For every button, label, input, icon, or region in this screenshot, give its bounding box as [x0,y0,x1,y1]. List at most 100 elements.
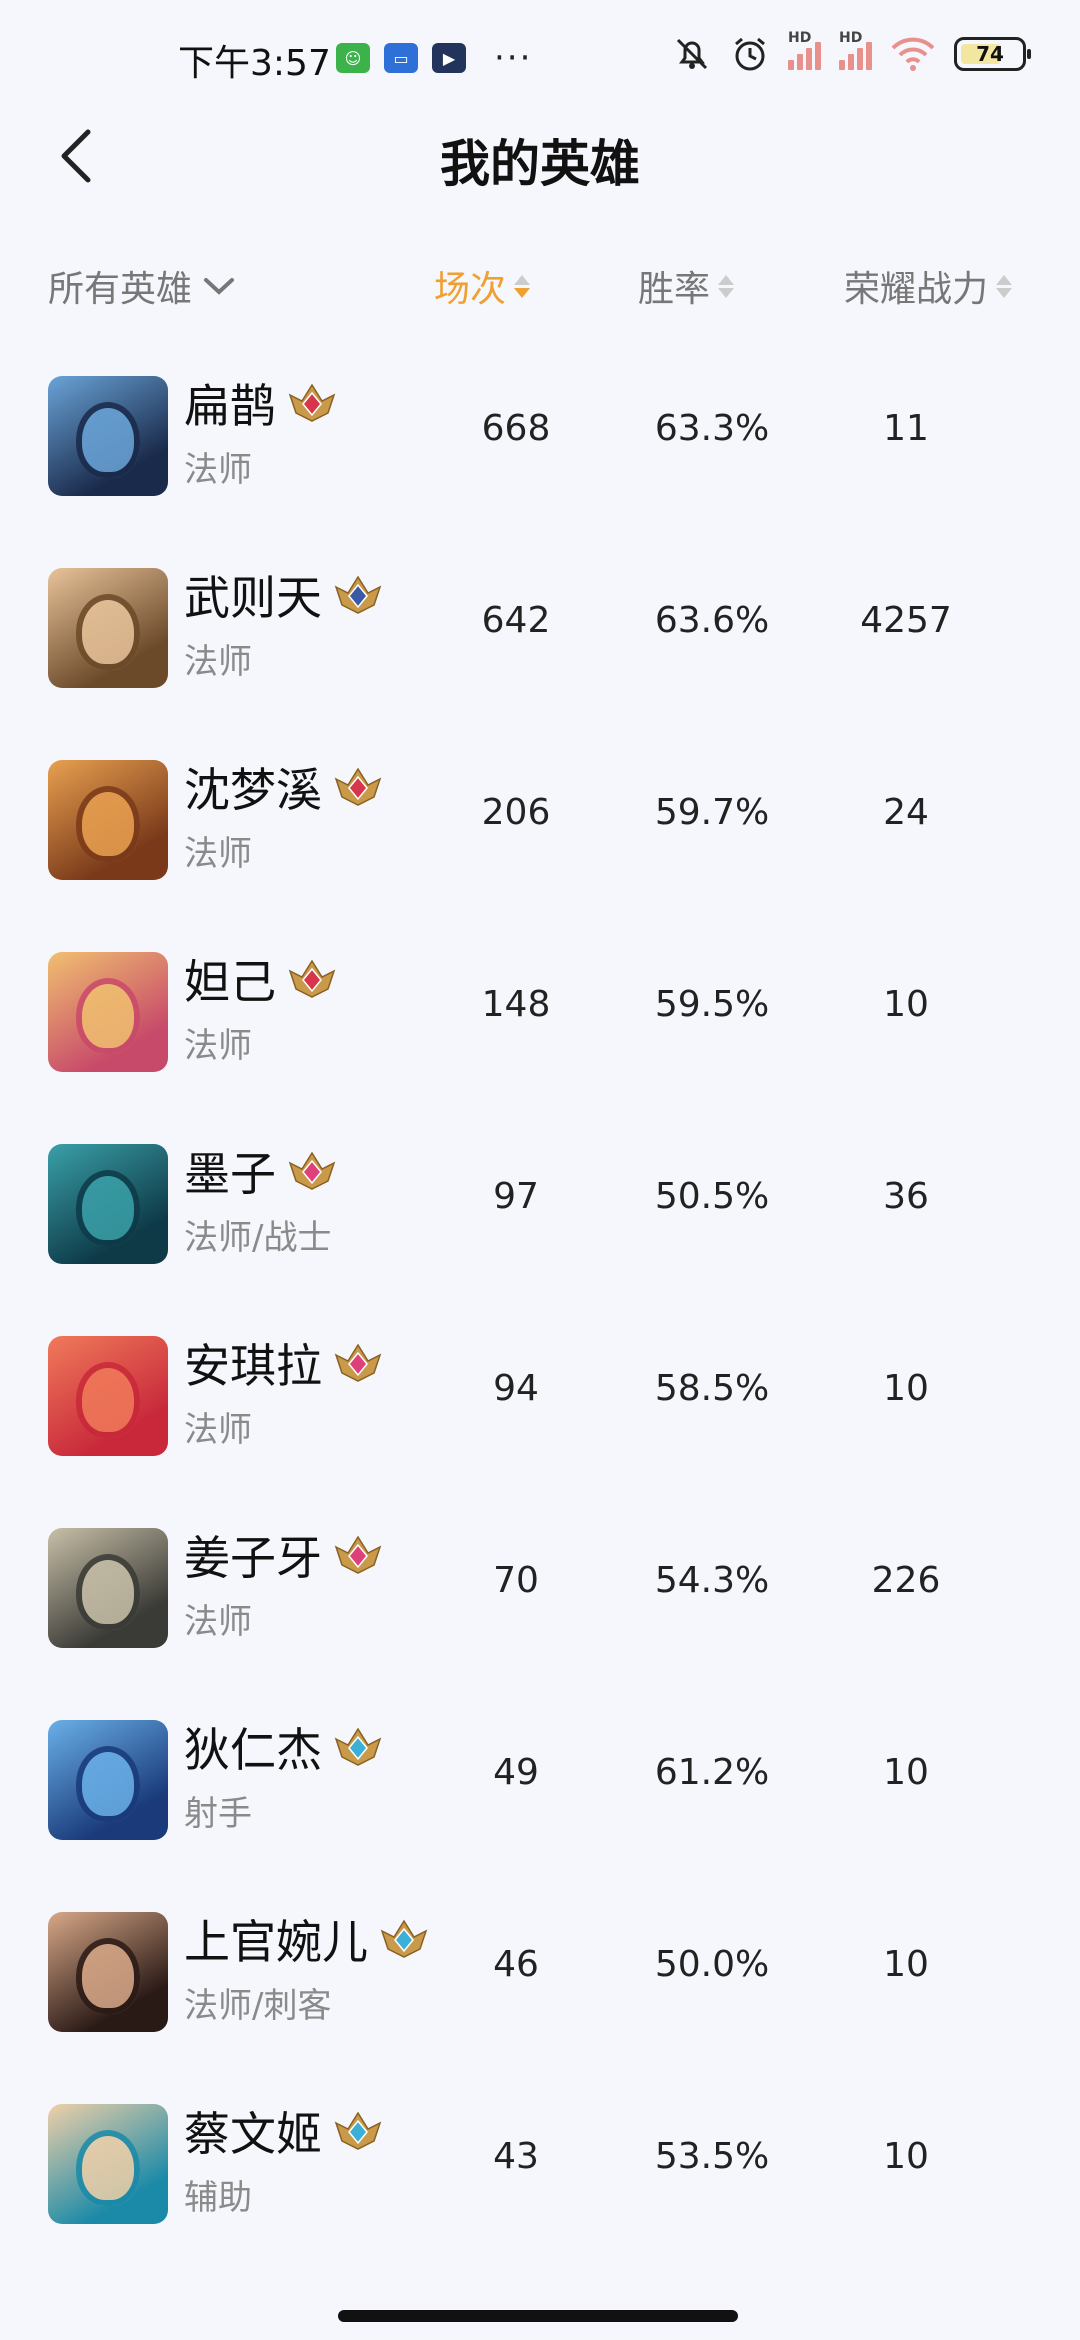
mastery-badge-icon [334,767,382,806]
hero-games: 148 [481,984,551,1025]
hero-win-rate: 59.7% [654,792,770,833]
hero-name: 姜子牙 [184,1531,322,1585]
hero-games: 206 [481,792,551,833]
battery-level: 74 [976,42,1004,66]
hero-filter-dropdown[interactable]: 所有英雄 [48,260,236,312]
sort-power-label: 荣耀战力 [844,269,989,310]
hero-filter-label: 所有英雄 [48,269,193,310]
hero-power: 10 [883,2136,929,2177]
status-right: HD HD 74 [672,30,1031,74]
hero-win-rate: 61.2% [654,1752,770,1793]
mastery-badge-icon [334,1535,382,1574]
hero-avatar [48,376,168,496]
hero-row[interactable]: 墨子 法师/战士 97 50.5% 36 [0,1124,1080,1316]
home-indicator[interactable] [338,2310,738,2322]
hero-avatar [48,952,168,1072]
page-title: 我的英雄 [440,135,640,193]
hero-role: 辅助 [184,2178,252,2218]
hero-role: 法师 [184,642,252,682]
status-app-icons: ☺ ▭ ▶ ··· [336,38,532,78]
hero-avatar [48,1528,168,1648]
hero-win-rate: 58.5% [654,1368,770,1409]
hero-power: 10 [883,1944,929,1985]
hero-role: 法师/刺客 [184,1986,332,2026]
battery-icon: 74 [954,37,1031,71]
hero-power: 10 [883,1368,929,1409]
sort-arrows-icon [514,274,531,298]
hero-games: 97 [493,1176,539,1217]
hero-row[interactable]: 扁鹊 法师 668 63.3% 11 [0,356,1080,548]
mute-bell-icon [676,38,708,70]
hero-avatar [48,760,168,880]
hero-role: 法师 [184,1410,252,1450]
mastery-badge-icon [334,1727,382,1766]
hero-power: 4257 [860,600,952,641]
hero-avatar [48,1336,168,1456]
sort-winrate-button[interactable]: 胜率 [638,260,735,312]
hero-avatar [48,1720,168,1840]
sort-arrows-icon [718,274,735,298]
hero-power: 36 [883,1176,929,1217]
hero-role: 射手 [184,1794,252,1834]
media-app-icon: ▶ [432,43,466,73]
mastery-badge-icon [334,1343,382,1382]
hero-role: 法师 [184,1602,252,1642]
mastery-badge-icon [288,383,336,422]
screen-record-icon: ▭ [384,43,418,73]
hero-row[interactable]: 武则天 法师 642 63.6% 4257 [0,548,1080,740]
hero-power: 226 [871,1560,941,1601]
hero-avatar [48,2104,168,2224]
hero-name: 沈梦溪 [184,763,322,817]
hero-win-rate: 54.3% [654,1560,770,1601]
hero-name: 墨子 [184,1147,276,1201]
status-time: 下午3:57 [178,43,331,84]
hero-power: 24 [883,792,929,833]
hero-games: 46 [493,1944,539,1985]
hero-name: 安琪拉 [184,1339,322,1393]
hero-role: 法师 [184,1026,252,1066]
hero-avatar [48,1912,168,2032]
sort-winrate-label: 胜率 [638,269,711,310]
more-notifications-icon: ··· [494,38,533,78]
sort-games-button[interactable]: 场次 [434,260,531,312]
hero-role: 法师 [184,450,252,490]
hero-win-rate: 50.5% [654,1176,770,1217]
mastery-badge-icon [334,2111,382,2150]
hero-row[interactable]: 姜子牙 法师 70 54.3% 226 [0,1508,1080,1700]
signal-1-icon: HD [788,30,821,70]
hero-list: 扁鹊 法师 668 63.3% 11 武则天 法师 642 63.6% 4257… [0,356,1080,2276]
hero-avatar [48,1144,168,1264]
hero-role: 法师 [184,834,252,874]
hero-win-rate: 63.6% [654,600,770,641]
sort-power-button[interactable]: 荣耀战力 [844,260,1013,312]
signal-2-icon: HD [839,30,872,70]
mastery-badge-icon [288,1151,336,1190]
hero-win-rate: 50.0% [654,1944,770,1985]
hero-name: 上官婉儿 [184,1915,368,1969]
hero-name: 扁鹊 [184,379,276,433]
hero-name: 武则天 [184,571,322,625]
hero-row[interactable]: 蔡文姬 辅助 43 53.5% 10 [0,2084,1080,2276]
hero-row[interactable]: 上官婉儿 法师/刺客 46 50.0% 10 [0,1892,1080,2084]
hero-games: 70 [493,1560,539,1601]
hero-row[interactable]: 狄仁杰 射手 49 61.2% 10 [0,1700,1080,1892]
mastery-badge-icon [288,959,336,998]
hero-games: 642 [481,600,551,641]
wifi-icon [891,37,935,71]
hero-power: 11 [883,408,929,449]
hero-power: 10 [883,984,929,1025]
app-notification-icon: ☺ [336,43,370,73]
hero-games: 668 [481,408,551,449]
hero-power: 10 [883,1752,929,1793]
column-header: 所有英雄 场次 胜率 荣耀战力 [0,250,1080,320]
hero-name: 狄仁杰 [184,1723,322,1777]
status-bar: 下午3:57 ☺ ▭ ▶ ··· HD HD 74 [0,0,1080,110]
hero-avatar [48,568,168,688]
hero-games: 94 [493,1368,539,1409]
sort-games-label: 场次 [434,269,507,310]
hero-row[interactable]: 安琪拉 法师 94 58.5% 10 [0,1316,1080,1508]
hero-row[interactable]: 沈梦溪 法师 206 59.7% 24 [0,740,1080,932]
hero-row[interactable]: 妲己 法师 148 59.5% 10 [0,932,1080,1124]
hero-win-rate: 53.5% [654,2136,770,2177]
hero-role: 法师/战士 [184,1218,332,1258]
